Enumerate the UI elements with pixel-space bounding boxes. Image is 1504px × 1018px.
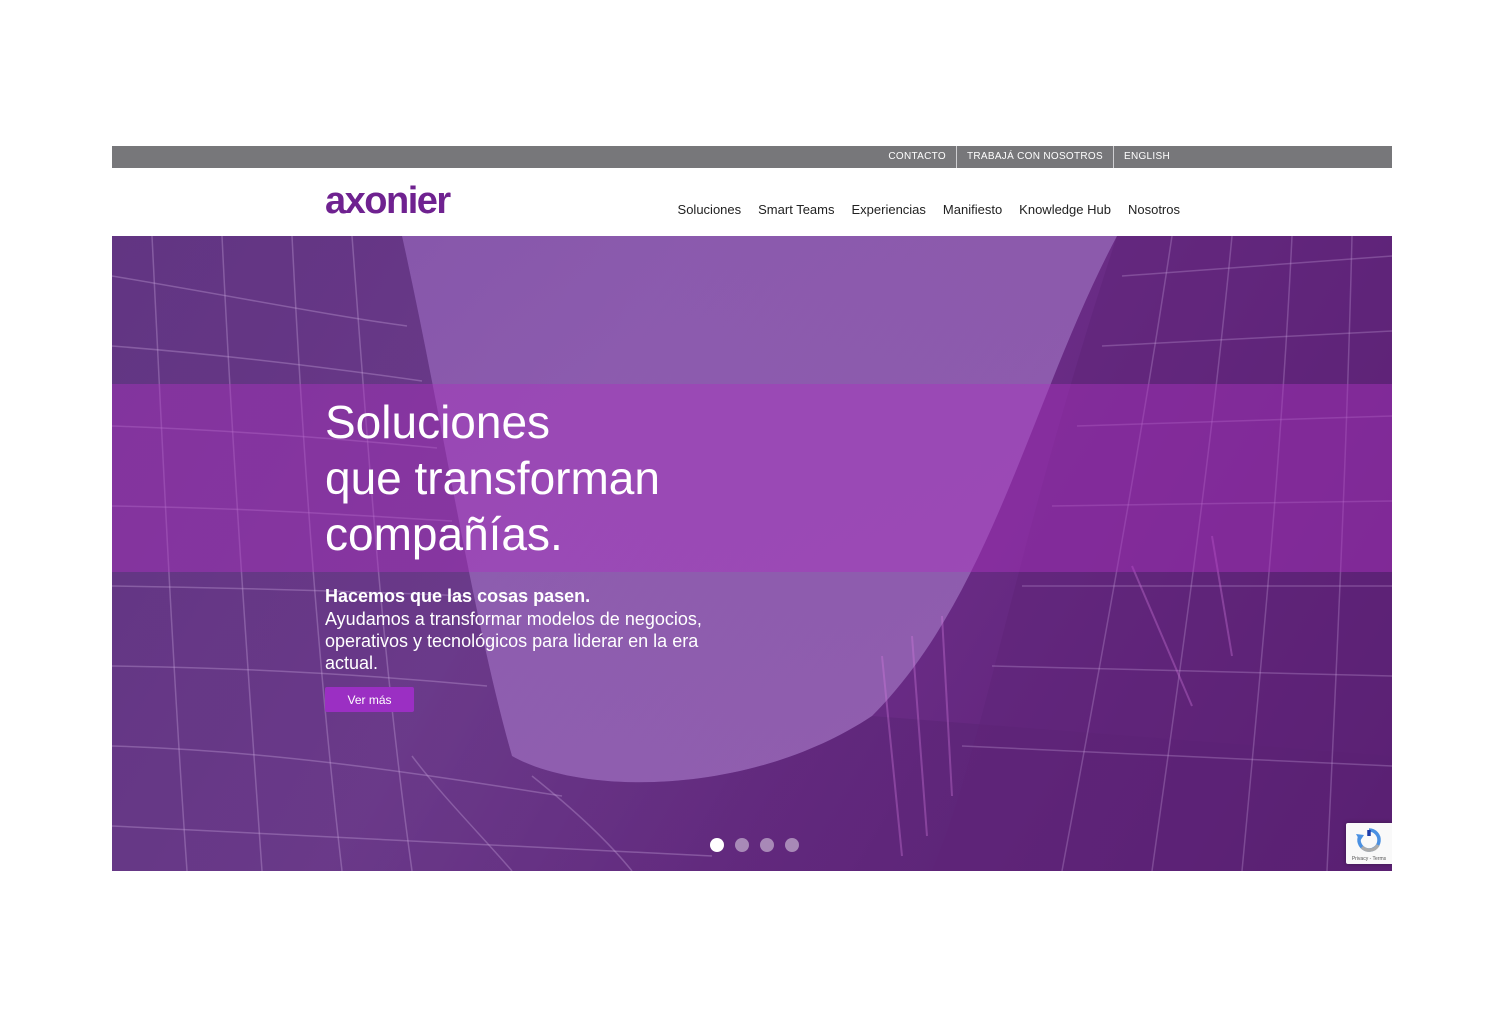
hero-title-line: que transforman — [325, 452, 660, 504]
utility-nav: CONTACTO TRABAJÁ CON NOSOTROS ENGLISH — [878, 146, 1180, 168]
utility-bar: CONTACTO TRABAJÁ CON NOSOTROS ENGLISH — [112, 146, 1392, 168]
utility-link-english[interactable]: ENGLISH — [1112, 146, 1180, 168]
slider-dot[interactable] — [760, 838, 774, 852]
hero-lead: Hacemos que las cosas pasen. — [325, 586, 591, 606]
nav-item-nosotros[interactable]: Nosotros — [1128, 202, 1180, 217]
hero-title-line: compañías. — [325, 508, 563, 560]
recaptcha-badge[interactable]: Privacy - Terms — [1346, 823, 1392, 864]
slider-pagination — [710, 838, 799, 852]
slider-dot[interactable] — [710, 838, 724, 852]
recaptcha-terms: Privacy - Terms — [1351, 856, 1387, 862]
hero-title: Soluciones que transforman compañías. — [325, 394, 845, 562]
main-nav: Soluciones Smart Teams Experiencias Mani… — [678, 202, 1180, 217]
logo-text: axonier — [325, 179, 451, 222]
recaptcha-icon — [1356, 828, 1381, 852]
slider-dot[interactable] — [735, 838, 749, 852]
hero-title-line: Soluciones — [325, 396, 551, 448]
logo[interactable]: axonier — [325, 178, 451, 224]
nav-item-soluciones[interactable]: Soluciones — [678, 202, 742, 217]
nav-item-smart-teams[interactable]: Smart Teams — [758, 202, 834, 217]
nav-item-manifiesto[interactable]: Manifiesto — [943, 202, 1002, 217]
slider-dot[interactable] — [785, 838, 799, 852]
hero-slider: Soluciones que transforman compañías. Ha… — [112, 236, 1392, 871]
ver-mas-button[interactable]: Ver más — [325, 687, 414, 712]
utility-link-contacto[interactable]: CONTACTO — [878, 146, 956, 168]
site-frame: CONTACTO TRABAJÁ CON NOSOTROS ENGLISH ax… — [112, 146, 1392, 871]
nav-item-knowledge-hub[interactable]: Knowledge Hub — [1019, 202, 1111, 217]
nav-item-experiencias[interactable]: Experiencias — [851, 202, 925, 217]
utility-link-trabaja[interactable]: TRABAJÁ CON NOSOTROS — [955, 146, 1113, 168]
hero-body: Ayudamos a transformar modelos de negoci… — [325, 609, 702, 673]
site-header: axonier Soluciones Smart Teams Experienc… — [112, 168, 1392, 236]
